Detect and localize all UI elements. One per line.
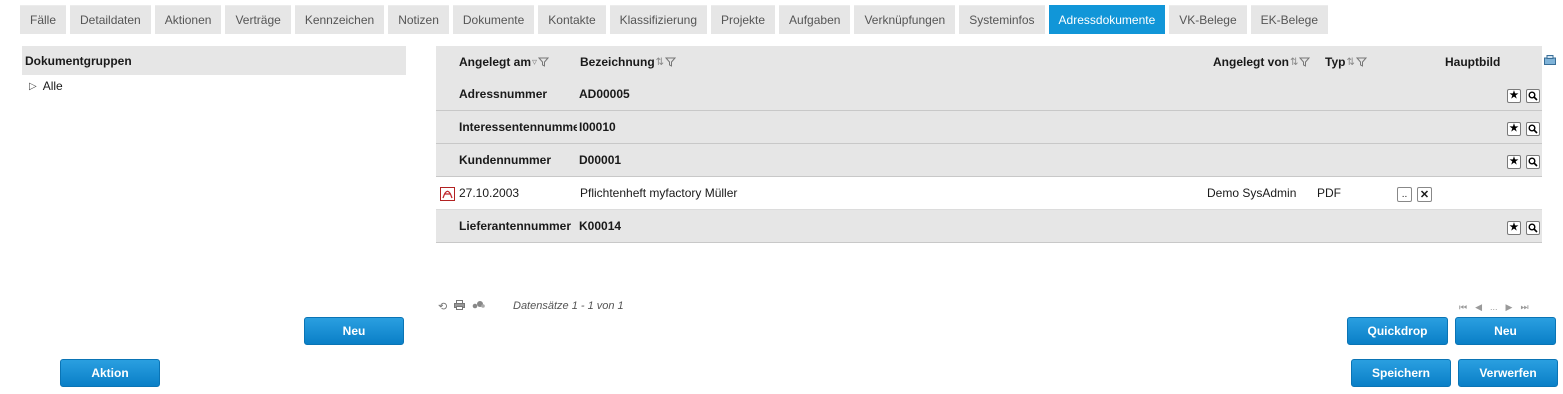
new-group-button[interactable]: Neu (304, 317, 404, 345)
group-value: AD00005 (579, 87, 630, 101)
tab-vertraege[interactable]: Verträge (225, 5, 291, 34)
print-icon[interactable] (454, 300, 466, 313)
group-row-customer-number[interactable]: Kundennummer D00001 ★ (436, 144, 1542, 177)
group-row-prospect-number[interactable]: Interessentennummer I00010 ★ (436, 111, 1542, 144)
star-icon[interactable]: ★ (1507, 155, 1521, 169)
filter-icon[interactable] (538, 57, 550, 67)
magnifier-icon[interactable] (1526, 155, 1540, 169)
table-row[interactable]: 27.10.2003 Pflichtenheft myfactory Mülle… (436, 177, 1542, 210)
action-button[interactable]: Aktion (60, 359, 160, 387)
tab-adressdokumente[interactable]: Adressdokumente (1048, 5, 1166, 34)
column-header-title[interactable]: Bezeichnung ⇅ (580, 46, 677, 78)
tab-faelle[interactable]: Fälle (20, 5, 67, 34)
quickdrop-button[interactable]: Quickdrop (1347, 317, 1448, 345)
magnifier-icon[interactable] (1526, 221, 1540, 235)
next-page-icon[interactable]: ▶ (1506, 302, 1513, 313)
group-row-address-number[interactable]: Adressnummer AD00005 ★ (436, 78, 1542, 111)
page-dots[interactable]: ... (1490, 302, 1498, 313)
expand-triangle-icon[interactable]: ▷ (29, 81, 37, 92)
first-page-icon[interactable]: ⏮ (1459, 302, 1467, 313)
pagination: ⏮ ◀ ... ▶ ⏭ (1459, 302, 1529, 313)
tab-verknuepfungen[interactable]: Verknüpfungen (854, 5, 956, 34)
pdf-file-icon (440, 187, 455, 201)
discard-button[interactable]: Verwerfen (1458, 359, 1558, 387)
tree-item-label: Alle (42, 79, 63, 93)
group-label: Interessentennummer (459, 120, 577, 134)
tree-item-all[interactable]: ▷ Alle (29, 79, 63, 93)
cell-created-by: Demo SysAdmin (1207, 186, 1297, 200)
group-value: D00001 (579, 153, 622, 167)
group-label: Lieferantennummer (459, 219, 572, 233)
save-button[interactable]: Speichern (1351, 359, 1451, 387)
tab-vk-belege[interactable]: VK-Belege (1169, 5, 1247, 34)
column-header-type[interactable]: Typ ⇅ (1325, 46, 1367, 78)
cell-type: PDF (1317, 186, 1341, 200)
document-groups-title: Dokumentgruppen (25, 53, 132, 68)
refresh-icon[interactable]: ⟲ (438, 300, 447, 313)
sort-icon[interactable]: ⇅ (1290, 57, 1298, 68)
grid-header: Angelegt am ▿ Bezeichnung ⇅ Angelegt von… (436, 46, 1556, 78)
tab-dokumente[interactable]: Dokumente (452, 5, 535, 34)
sort-desc-icon[interactable]: ▿ (532, 57, 537, 68)
column-header-created-by[interactable]: Angelegt von ⇅ (1213, 46, 1311, 78)
tab-klassifizierung[interactable]: Klassifizierung (609, 5, 708, 34)
column-header-created-on[interactable]: Angelegt am ▿ (459, 46, 550, 78)
tab-systeminfos[interactable]: Systeminfos (959, 5, 1045, 34)
magnifier-icon[interactable] (1526, 89, 1540, 103)
column-header-main-image[interactable]: Hauptbild (1445, 46, 1500, 78)
delete-icon[interactable]: ✕ (1417, 187, 1432, 202)
filter-icon[interactable] (665, 57, 677, 67)
filter-icon[interactable] (1355, 57, 1367, 67)
cell-created-on: 27.10.2003 (459, 186, 520, 200)
settings-dots-icon[interactable] (472, 300, 486, 313)
group-value: I00010 (579, 120, 616, 134)
export-icon[interactable] (1544, 55, 1556, 65)
star-icon[interactable]: ★ (1507, 122, 1521, 136)
tab-aktionen[interactable]: Aktionen (154, 5, 222, 34)
document-groups-header: Dokumentgruppen (22, 46, 406, 75)
magnifier-icon[interactable] (1526, 122, 1540, 136)
prev-page-icon[interactable]: ◀ (1475, 302, 1482, 313)
cell-title[interactable]: Pflichtenheft myfactory Müller (580, 177, 737, 209)
new-document-button[interactable]: Neu (1455, 317, 1556, 345)
sort-icon[interactable]: ⇅ (656, 57, 664, 68)
tab-kennzeichen[interactable]: Kennzeichen (294, 5, 385, 34)
tab-kontakte[interactable]: Kontakte (538, 5, 606, 34)
documents-grid: Angelegt am ▿ Bezeichnung ⇅ Angelegt von… (436, 46, 1556, 243)
star-icon[interactable]: ★ (1507, 221, 1521, 235)
tab-projekte[interactable]: Projekte (711, 5, 776, 34)
tab-ek-belege[interactable]: EK-Belege (1250, 5, 1329, 34)
tab-notizen[interactable]: Notizen (388, 5, 449, 34)
filter-icon[interactable] (1299, 57, 1311, 67)
tab-detaildaten[interactable]: Detaildaten (70, 5, 151, 34)
group-label: Kundennummer (459, 153, 552, 167)
records-count: Datensätze 1 - 1 von 1 (513, 300, 624, 312)
star-icon[interactable]: ★ (1507, 89, 1521, 103)
sort-icon[interactable]: ⇅ (1346, 57, 1354, 68)
more-options-button[interactable]: .. (1397, 187, 1412, 202)
group-value: K00014 (579, 219, 622, 233)
grid-toolbar: ⟲ (438, 300, 492, 313)
group-row-supplier-number[interactable]: Lieferantennummer K00014 ★ (436, 210, 1542, 243)
tab-aufgaben[interactable]: Aufgaben (779, 5, 851, 34)
group-label: Adressnummer (459, 87, 548, 101)
tab-bar: Fälle Detaildaten Aktionen Verträge Kenn… (20, 5, 1332, 34)
last-page-icon[interactable]: ⏭ (1520, 302, 1528, 313)
